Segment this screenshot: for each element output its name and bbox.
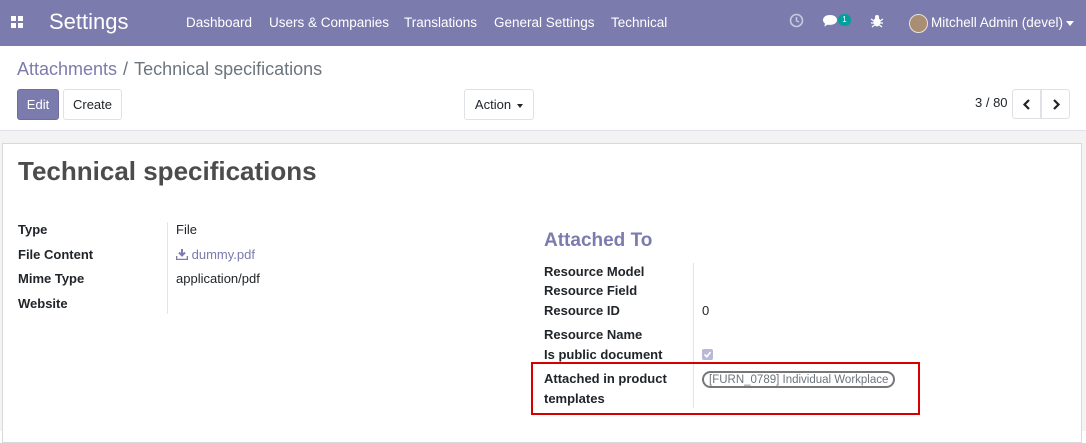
action-dropdown[interactable]: Action [464,89,534,120]
field-label-file-content: File Content [18,247,94,262]
highlight-box [531,362,920,415]
field-label-resource-model: Resource Model [544,264,645,279]
download-icon [175,249,189,261]
chat-icon[interactable] [822,14,838,31]
menu-users-companies[interactable]: Users & Companies [269,15,389,30]
field-label-resource-id: Resource ID [544,303,620,318]
check-icon [704,351,711,358]
chevron-right-icon [1053,99,1061,110]
field-value-resource-id: 0 [702,303,710,318]
product-template-tag[interactable]: [FURN_0789] Individual Workplace [702,371,896,388]
attached-to-title: Attached To [544,230,653,251]
field-separator [167,222,168,314]
field-value-mime-type: application/pdf [176,271,260,286]
file-name: dummy.pdf [191,247,255,262]
menu-dashboard[interactable]: Dashboard [186,15,252,30]
apps-grid-icon[interactable] [11,16,24,29]
field-label-type: Type [18,222,48,237]
pager-next-button[interactable] [1041,89,1070,119]
caret-down-icon [517,103,524,108]
is-public-checkbox[interactable] [702,349,713,360]
action-label: Action [474,97,512,112]
create-button[interactable]: Create [63,89,122,120]
user-menu[interactable]: Mitchell Admin (devel) [931,15,1063,30]
field-label-mime-type: Mime Type [18,271,85,286]
menu-technical[interactable]: Technical [611,15,667,30]
pager-previous-button[interactable] [1012,89,1041,119]
bug-icon[interactable] [870,14,884,31]
record-title: Technical specifications [18,156,317,186]
field-label-product-templates-2: templates [544,391,605,406]
field-label-resource-field: Resource Field [544,283,638,298]
menu-translations[interactable]: Translations [404,15,477,30]
app-name[interactable]: Settings [49,9,129,35]
field-label-product-templates-1: Attached in product [544,371,667,386]
menu-general-settings[interactable]: General Settings [494,15,595,30]
breadcrumb-separator: / [123,59,129,79]
field-label-resource-name: Resource Name [544,327,643,342]
clock-icon[interactable] [789,13,804,31]
edit-button[interactable]: Edit [17,89,59,120]
field-label-is-public: Is public document [544,347,663,362]
pager-value[interactable]: 3 / 80 [975,95,1008,110]
field-value-type: File [176,222,197,237]
breadcrumb-attachments[interactable]: Attachments [17,59,117,79]
chevron-left-icon [1022,99,1030,110]
chat-badge: 1 [838,14,851,26]
user-avatar[interactable] [909,14,928,33]
field-label-website: Website [18,296,68,311]
breadcrumb: Attachments / Technical specifications [17,59,322,80]
file-download-link[interactable]: dummy.pdf [175,247,255,262]
top-navbar: Settings Dashboard Users & Companies Tra… [0,0,1086,46]
chevron-down-icon[interactable] [1066,21,1074,26]
breadcrumb-current: Technical specifications [134,59,323,79]
